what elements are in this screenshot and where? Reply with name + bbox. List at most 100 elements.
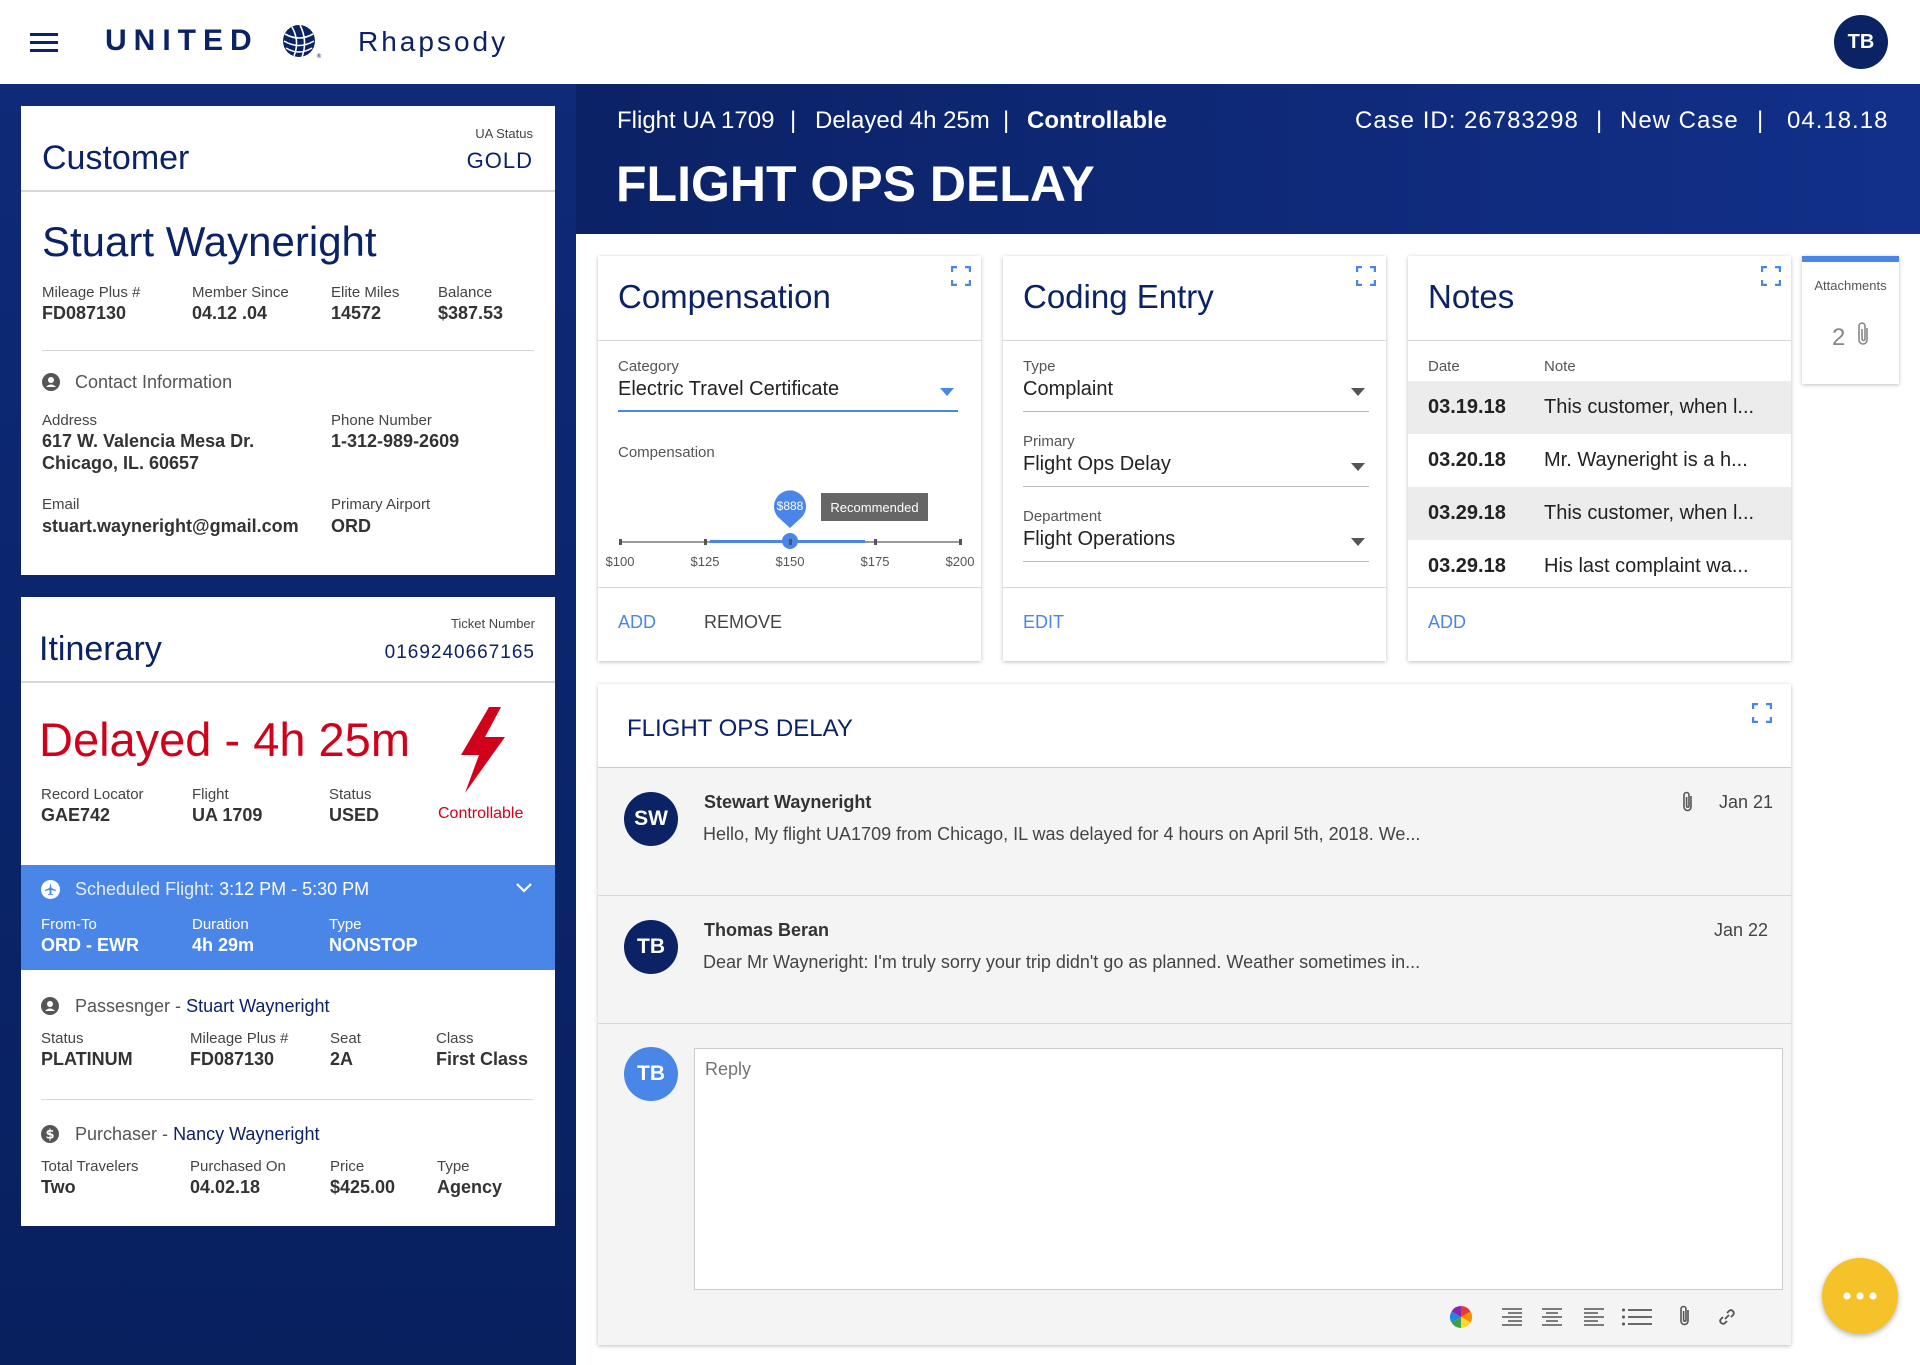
from-to-label: From-To: [41, 916, 97, 933]
member-since-value: 04.12 .04: [192, 303, 268, 323]
department-label: Department: [1023, 508, 1102, 525]
recommended-tooltip: Recommended: [821, 493, 928, 521]
primary-select[interactable]: Flight Ops Delay: [1023, 453, 1369, 487]
department-select[interactable]: Flight Operations: [1023, 528, 1369, 562]
notes-list: 03.19.18 This customer, when l... 03.20.…: [1408, 381, 1791, 593]
scheduled-label: Scheduled Flight:: [75, 879, 215, 899]
conversation-title: FLIGHT OPS DELAY: [627, 715, 853, 742]
dropdown-arrow-icon: [1351, 388, 1365, 396]
contact-heading: Contact Information: [75, 372, 233, 392]
dropdown-arrow-icon: [1351, 538, 1365, 546]
expand-icon[interactable]: [1356, 266, 1376, 286]
primary-label: Primary: [1023, 433, 1075, 450]
header-flight: Flight UA 1709: [617, 107, 775, 134]
delay-text: Delayed - 4h 25m: [39, 713, 410, 766]
note-row[interactable]: 03.19.18 This customer, when l...: [1408, 381, 1791, 434]
header-case-id: Case ID: 26783298: [1355, 107, 1579, 134]
compensation-panel: Compensation Category Electric Travel Ce…: [598, 256, 981, 661]
total-travelers-label: Total Travelers: [41, 1158, 139, 1175]
chevron-down-icon[interactable]: [516, 883, 532, 893]
remove-compensation-button[interactable]: REMOVE: [704, 612, 782, 633]
note-date: 03.29.18: [1428, 555, 1506, 577]
record-locator-label: Record Locator: [41, 786, 144, 803]
message-author: Stewart Wayneright: [704, 792, 872, 812]
message-text: Hello, My flight UA1709 from Chicago, IL…: [703, 824, 1421, 844]
edit-coding-button[interactable]: EDIT: [1023, 612, 1064, 633]
add-compensation-button[interactable]: ADD: [618, 612, 656, 633]
paperclip-icon: [1858, 322, 1868, 345]
total-travelers-value: Two: [41, 1177, 76, 1197]
person-icon: [41, 997, 59, 1015]
balance-label: Balance: [438, 284, 493, 301]
slider-tick: [789, 539, 792, 545]
expand-icon[interactable]: [951, 266, 971, 286]
status-value: USED: [329, 805, 380, 825]
divider: [21, 190, 555, 192]
bullet-list-icon[interactable]: [1622, 1308, 1652, 1326]
purchased-on-value: 04.02.18: [190, 1177, 261, 1197]
user-avatar[interactable]: TB: [1834, 15, 1888, 69]
slider-tick: [874, 539, 877, 545]
customer-card: Customer UA Status GOLD Stuart Waynerigh…: [21, 106, 555, 575]
email-value: stuart.wayneright@gmail.com: [42, 516, 299, 536]
customer-title: Customer: [42, 139, 190, 177]
flight-label: Flight: [192, 786, 229, 803]
address-line1: 617 W. Valencia Mesa Dr.: [42, 431, 255, 451]
align-left-icon[interactable]: [1584, 1308, 1604, 1326]
slider-value-bubble: $888: [773, 490, 807, 528]
class-label: Class: [436, 1030, 474, 1047]
passenger-name: Stuart Wayneright: [186, 996, 330, 1016]
message-avatar: TB: [624, 920, 678, 974]
scheduled-flight-panel[interactable]: Scheduled Flight: 3:12 PM - 5:30 PM From…: [21, 865, 555, 970]
divider: [42, 350, 534, 351]
seat-value: 2A: [330, 1049, 354, 1069]
align-right-icon[interactable]: [1502, 1308, 1522, 1326]
align-center-icon[interactable]: [1542, 1308, 1562, 1326]
note-date: 03.19.18: [1428, 396, 1506, 418]
attach-icon[interactable]: [1678, 1304, 1692, 1328]
price-value: $425.00: [330, 1177, 396, 1197]
coding-title: Coding Entry: [1023, 278, 1214, 315]
date-column-header: Date: [1428, 358, 1460, 375]
message-item[interactable]: SW Stewart Wayneright Hello, My flight U…: [598, 768, 1791, 896]
type-select[interactable]: Complaint: [1023, 378, 1369, 412]
note-row[interactable]: 03.20.18 Mr. Wayneright is a h...: [1408, 434, 1791, 487]
department-value: Flight Operations: [1023, 528, 1176, 550]
attachments-label: Attachments: [1814, 278, 1887, 293]
expand-icon[interactable]: [1761, 266, 1781, 286]
passenger-status-label: Status: [41, 1030, 84, 1047]
primary-value: Flight Ops Delay: [1023, 453, 1171, 475]
menu-icon[interactable]: [30, 33, 58, 53]
status-label: Status: [329, 786, 372, 803]
itinerary-card: Itinerary Ticket Number 0169240667165 De…: [21, 597, 555, 1226]
note-row[interactable]: 03.29.18 This customer, when l...: [1408, 487, 1791, 540]
price-label: Price: [330, 1158, 365, 1175]
reply-input[interactable]: [694, 1048, 1783, 1290]
address-line2: Chicago, IL. 60657: [42, 453, 200, 473]
note-text: His last complaint wa...: [1544, 555, 1749, 577]
more-actions-button[interactable]: [1822, 1258, 1898, 1334]
message-item[interactable]: TB Thomas Beran Dear Mr Wayneright: I'm …: [598, 896, 1791, 1024]
svg-text:®: ®: [316, 53, 322, 60]
svg-text:$: $: [45, 1128, 54, 1143]
compensation-label: Compensation: [618, 444, 715, 461]
paperclip-icon: [1683, 791, 1692, 812]
compensation-title: Compensation: [618, 278, 831, 315]
note-row[interactable]: 03.29.18 His last complaint wa...: [1408, 540, 1791, 593]
slider-tick-label: $200: [945, 554, 975, 569]
slider-tick-label: $125: [690, 554, 720, 569]
slider-tick: [619, 539, 622, 545]
link-icon[interactable]: [1716, 1306, 1738, 1328]
category-select[interactable]: Electric Travel Certificate: [618, 378, 958, 412]
ua-status-value: GOLD: [466, 148, 533, 173]
attachments-tile[interactable]: Attachments 2: [1802, 256, 1899, 384]
expand-icon[interactable]: [1752, 703, 1772, 723]
add-note-button[interactable]: ADD: [1428, 612, 1466, 633]
note-text: This customer, when l...: [1544, 502, 1755, 524]
record-locator-value: GAE742: [41, 805, 111, 825]
purchased-on-label: Purchased On: [190, 1158, 286, 1175]
message-avatar: SW: [624, 792, 678, 846]
more-dots-icon: [1843, 1292, 1877, 1300]
scheduled-time: 3:12 PM - 5:30 PM: [219, 879, 370, 899]
color-picker-icon[interactable]: [1450, 1306, 1472, 1328]
